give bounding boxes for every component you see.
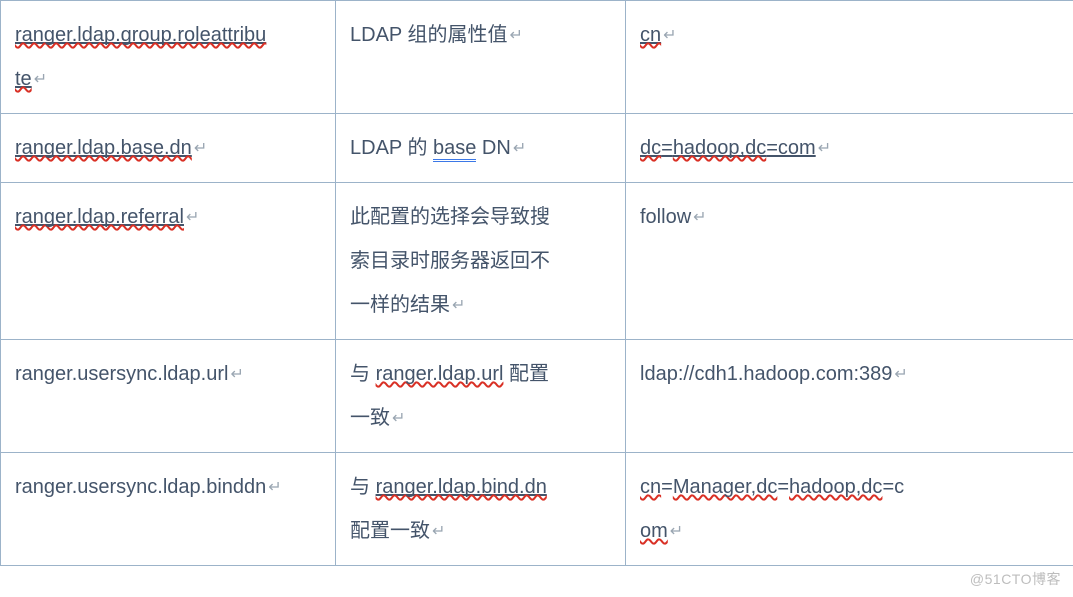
cell-text: cn <box>640 476 661 498</box>
pilcrow-icon: ↵ <box>663 27 676 44</box>
cell-text: follow <box>640 206 691 228</box>
pilcrow-icon: ↵ <box>34 71 47 88</box>
cell-property: ranger.ldap.group.roleattribu te↵ <box>1 1 336 114</box>
watermark: @51CTO博客 <box>970 569 1061 589</box>
cell-value: cn↵ <box>626 1 1073 114</box>
cell-value: cn=Manager,dc=hadoop,dc=c om↵ <box>626 453 1073 566</box>
cell-description: 此配置的选择会导致搜 索目录时服务器返回不 一样的结果↵ <box>336 183 626 340</box>
config-table-container: ranger.ldap.group.roleattribu te↵ LDAP 组… <box>0 0 1073 566</box>
cell-text: DN <box>476 137 510 159</box>
pilcrow-icon: ↵ <box>392 410 405 427</box>
cell-text: hadoop,dc <box>789 476 882 498</box>
cell-text: ranger.ldap.base.dn <box>15 137 192 159</box>
pilcrow-icon: ↵ <box>693 209 706 226</box>
config-table: ranger.ldap.group.roleattribu te↵ LDAP 组… <box>0 0 1073 566</box>
cell-text: =com <box>766 137 815 159</box>
pilcrow-icon: ↵ <box>509 27 522 44</box>
cell-text: base <box>433 137 476 162</box>
cell-text: Manager,dc <box>673 476 778 498</box>
cell-property: ranger.ldap.base.dn↵ <box>1 114 336 183</box>
cell-text: = <box>661 476 673 498</box>
cell-text: = <box>661 137 673 159</box>
cell-text: = <box>777 476 789 498</box>
table-row: ranger.ldap.group.roleattribu te↵ LDAP 组… <box>1 1 1073 114</box>
cell-text: ranger.usersync.ldap.url <box>15 363 228 385</box>
pilcrow-icon: ↵ <box>230 366 243 383</box>
cell-value: dc=hadoop,dc=com↵ <box>626 114 1073 183</box>
cell-text: ranger.usersync.ldap.binddn <box>15 476 266 498</box>
cell-text: ranger.ldap.referral <box>15 206 184 228</box>
pilcrow-icon: ↵ <box>513 140 526 157</box>
cell-property: ranger.usersync.ldap.url↵ <box>1 340 336 453</box>
cell-text: te <box>15 68 32 90</box>
cell-property: ranger.ldap.referral↵ <box>1 183 336 340</box>
cell-text: ldap://cdh1.hadoop.com:389 <box>640 363 892 385</box>
cell-text: 配置一致 <box>350 520 430 542</box>
cell-property: ranger.usersync.ldap.binddn↵ <box>1 453 336 566</box>
pilcrow-icon: ↵ <box>452 297 465 314</box>
cell-description: 与 ranger.ldap.bind.dn 配置一致↵ <box>336 453 626 566</box>
table-row: ranger.ldap.base.dn↵ LDAP 的 base DN↵ dc=… <box>1 114 1073 183</box>
cell-value: ldap://cdh1.hadoop.com:389↵ <box>626 340 1073 453</box>
cell-text: LDAP 组的属性值 <box>350 24 507 46</box>
cell-description: LDAP 组的属性值↵ <box>336 1 626 114</box>
table-row: ranger.usersync.ldap.url↵ 与 ranger.ldap.… <box>1 340 1073 453</box>
cell-text: om <box>640 520 668 542</box>
cell-text: cn <box>640 24 661 46</box>
cell-text: 此配置的选择会导致搜 <box>350 206 550 228</box>
cell-text: 配置 <box>503 363 549 385</box>
cell-text: LDAP 的 <box>350 137 433 159</box>
cell-text: ranger.ldap.group.roleattribu <box>15 24 266 46</box>
pilcrow-icon: ↵ <box>894 366 907 383</box>
pilcrow-icon: ↵ <box>194 140 207 157</box>
cell-value: follow↵ <box>626 183 1073 340</box>
cell-text: 与 <box>350 476 376 498</box>
cell-text: 一致 <box>350 407 390 429</box>
cell-description: LDAP 的 base DN↵ <box>336 114 626 183</box>
pilcrow-icon: ↵ <box>670 523 683 540</box>
cell-text: ranger.ldap.bind.dn <box>376 476 547 498</box>
pilcrow-icon: ↵ <box>186 209 199 226</box>
cell-description: 与 ranger.ldap.url 配置 一致↵ <box>336 340 626 453</box>
cell-text: dc <box>640 137 661 159</box>
cell-text: ranger.ldap.url <box>376 363 504 385</box>
cell-text: 索目录时服务器返回不 <box>350 250 550 272</box>
cell-text: 一样的结果 <box>350 294 450 316</box>
table-row: ranger.ldap.referral↵ 此配置的选择会导致搜 索目录时服务器… <box>1 183 1073 340</box>
cell-text: hadoop,dc <box>673 137 766 159</box>
pilcrow-icon: ↵ <box>432 523 445 540</box>
cell-text: =c <box>882 476 904 498</box>
table-row: ranger.usersync.ldap.binddn↵ 与 ranger.ld… <box>1 453 1073 566</box>
pilcrow-icon: ↵ <box>268 479 281 496</box>
pilcrow-icon: ↵ <box>818 140 831 157</box>
cell-text: 与 <box>350 363 376 385</box>
